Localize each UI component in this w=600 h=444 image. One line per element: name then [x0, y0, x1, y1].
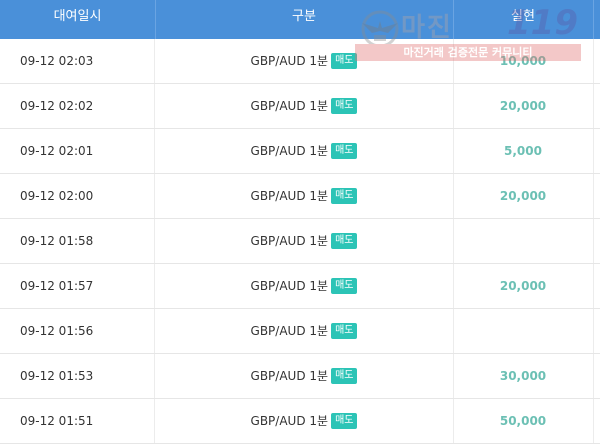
sell-badge: 매도 [331, 322, 358, 339]
row-pair: GBP/AUD 1분 [250, 189, 329, 203]
table-row[interactable]: 09-12 02:01 GBP/AUD 1분 매도 5,000 [0, 129, 600, 174]
table-row[interactable]: 09-12 01:57 GBP/AUD 1분 매도 20,000 [0, 264, 600, 309]
row-type: GBP/AUD 1분 매도 [155, 219, 454, 263]
sell-badge: 매도 [331, 277, 358, 294]
row-pair: GBP/AUD 1분 [250, 54, 329, 68]
row-pair: GBP/AUD 1분 [250, 324, 329, 338]
trade-history-table: 대여일시 구분 실현 09-12 02:03 GBP/AUD 1분 매도 10,0… [0, 0, 600, 444]
sell-badge: 매도 [331, 97, 358, 114]
row-type: GBP/AUD 1분 매도 [155, 264, 454, 308]
table-row[interactable]: 09-12 01:56 GBP/AUD 1분 매도 [0, 309, 600, 354]
row-datetime: 09-12 02:00 [0, 174, 155, 218]
sell-badge: 매도 [331, 142, 358, 159]
row-realized: 5,000 [453, 129, 594, 173]
table-row[interactable]: 09-12 01:58 GBP/AUD 1분 매도 [0, 219, 600, 264]
row-type: GBP/AUD 1분 매도 [155, 354, 454, 398]
header-extra [593, 0, 600, 39]
table-row[interactable]: 09-12 02:00 GBP/AUD 1분 매도 20,000 [0, 174, 600, 219]
header-realized[interactable]: 실현 [453, 0, 594, 39]
header-datetime[interactable]: 대여일시 [0, 0, 156, 39]
row-realized: 10,000 [453, 39, 594, 83]
row-pair: GBP/AUD 1분 [250, 144, 329, 158]
row-datetime: 09-12 02:01 [0, 129, 155, 173]
row-datetime: 09-12 01:57 [0, 264, 155, 308]
row-datetime: 09-12 02:03 [0, 39, 155, 83]
row-pair: GBP/AUD 1분 [250, 279, 329, 293]
row-pair: GBP/AUD 1분 [250, 99, 329, 113]
row-type: GBP/AUD 1분 매도 [155, 84, 454, 128]
row-datetime: 09-12 02:02 [0, 84, 155, 128]
table-header: 대여일시 구분 실현 [0, 0, 600, 39]
table-row[interactable]: 09-12 01:53 GBP/AUD 1분 매도 30,000 [0, 354, 600, 399]
row-type: GBP/AUD 1분 매도 [155, 399, 454, 443]
sell-badge: 매도 [331, 232, 358, 249]
row-datetime: 09-12 01:56 [0, 309, 155, 353]
row-realized: 30,000 [453, 354, 594, 398]
row-datetime: 09-12 01:51 [0, 399, 155, 443]
row-realized [453, 219, 594, 263]
row-realized: 20,000 [453, 264, 594, 308]
row-type: GBP/AUD 1분 매도 [155, 39, 454, 83]
sell-badge: 매도 [331, 412, 358, 429]
row-realized [453, 309, 594, 353]
row-datetime: 09-12 01:53 [0, 354, 155, 398]
row-pair: GBP/AUD 1분 [250, 414, 329, 428]
table-row[interactable]: 09-12 01:51 GBP/AUD 1분 매도 50,000 [0, 399, 600, 444]
row-pair: GBP/AUD 1분 [250, 369, 329, 383]
table-row[interactable]: 09-12 02:02 GBP/AUD 1분 매도 20,000 [0, 84, 600, 129]
header-type[interactable]: 구분 [155, 0, 454, 39]
sell-badge: 매도 [331, 187, 358, 204]
row-pair: GBP/AUD 1분 [250, 234, 329, 248]
row-realized: 50,000 [453, 399, 594, 443]
row-datetime: 09-12 01:58 [0, 219, 155, 263]
row-type: GBP/AUD 1분 매도 [155, 174, 454, 218]
sell-badge: 매도 [331, 367, 358, 384]
sell-badge: 매도 [331, 52, 358, 69]
table-row[interactable]: 09-12 02:03 GBP/AUD 1분 매도 10,000 [0, 39, 600, 84]
row-type: GBP/AUD 1분 매도 [155, 129, 454, 173]
row-realized: 20,000 [453, 174, 594, 218]
row-realized: 20,000 [453, 84, 594, 128]
row-type: GBP/AUD 1분 매도 [155, 309, 454, 353]
